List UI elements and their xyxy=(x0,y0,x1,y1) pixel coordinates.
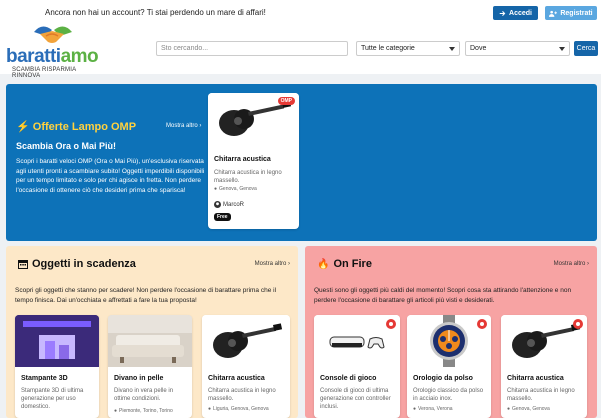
product-location: ● Piemonte, Torino, Torino xyxy=(114,408,173,414)
signup-promo-text: Ancora non hai un account? Ti stai perde… xyxy=(45,8,266,17)
product-title: Chitarra acustica xyxy=(208,375,265,382)
expiring-description: Scopri gli oggetti che stanno per scader… xyxy=(15,287,277,304)
handshake-logo-icon xyxy=(34,26,72,43)
on-fire-title: 🔥 On Fire xyxy=(317,258,372,270)
product-image xyxy=(108,315,192,367)
product-title: Orologio da polso xyxy=(413,375,473,382)
product-description: Divano in vera pelle in ottime condizion… xyxy=(114,388,174,402)
map-pin-icon: ● xyxy=(507,406,511,412)
flash-offers-description: Scopri i baratti veloci OMP (Ora o Mai P… xyxy=(16,158,205,194)
product-location: ● Genova, Genova xyxy=(214,186,257,192)
flash-offers-section: ⚡ Offerte Lampo OMP Mostra altro › Scamb… xyxy=(6,84,597,241)
logo-wordmark: barattiamo xyxy=(6,46,99,67)
product-location: ● Verona, Verona xyxy=(413,406,453,412)
login-icon xyxy=(499,10,506,16)
product-title: Stampante 3D xyxy=(21,375,68,382)
omp-badge: OMP xyxy=(277,97,295,105)
product-card[interactable]: OMP Chitarra acustica Chitarra acustica … xyxy=(208,93,299,229)
fire-icon: 🔥 xyxy=(317,258,330,270)
map-pin-icon: ● xyxy=(208,406,212,412)
product-card[interactable]: Chitarra acustica Chitarra acustica in l… xyxy=(202,315,290,418)
flash-offers-title: ⚡ Offerte Lampo OMP xyxy=(16,121,137,133)
category-select[interactable]: Tutte le categorie xyxy=(356,41,460,56)
chevron-down-icon xyxy=(449,46,455,51)
register-label: Registrati xyxy=(560,9,593,17)
user-icon xyxy=(214,201,221,208)
expiring-more-link[interactable]: Mostra altro › xyxy=(255,261,290,267)
product-card[interactable]: Divano in pelle Divano in vera pelle in … xyxy=(108,315,192,418)
3d-printer-icon xyxy=(15,315,99,367)
product-description: Orologio classico da polso in acciaio in… xyxy=(413,388,484,402)
product-owner[interactable]: MarcoR xyxy=(214,201,244,208)
guitar-icon xyxy=(213,323,283,358)
logo-tagline: SCAMBIA RISPARMIA RINNOVA xyxy=(12,67,76,79)
hot-badge-icon xyxy=(573,319,583,329)
product-description: Console di gioco di ultima generazione c… xyxy=(320,388,391,410)
login-label: Accedi xyxy=(509,9,532,17)
product-title: Console di gioco xyxy=(320,375,377,382)
map-pin-icon: ● xyxy=(413,406,417,412)
top-bar: Ancora non hai un account? Ti stai perde… xyxy=(0,0,601,79)
sofa-icon xyxy=(108,315,192,367)
product-card[interactable]: Chitarra acustica Chitarra acustica in l… xyxy=(501,315,587,418)
hot-badge-icon xyxy=(477,319,487,329)
on-fire-more-link[interactable]: Mostra altro › xyxy=(554,261,589,267)
search-button[interactable]: Cerca xyxy=(574,41,598,56)
lightning-icon: ⚡ xyxy=(16,121,30,133)
on-fire-description: Questi sono gli oggetti più caldi del mo… xyxy=(314,287,572,304)
hot-badge-icon xyxy=(386,319,396,329)
product-location: ● Liguria, Genova, Genova xyxy=(208,406,269,412)
flash-offers-subtitle: Scambia Ora o Mai Più! xyxy=(16,141,117,151)
on-fire-section: 🔥 On Fire Mostra altro › Questi sono gli… xyxy=(305,246,597,418)
product-image xyxy=(202,315,290,367)
map-pin-icon: ● xyxy=(114,408,118,414)
product-title: Divano in pelle xyxy=(114,375,164,382)
expiring-items-section: Oggetti in scadenza Mostra altro › Scopr… xyxy=(6,246,298,418)
product-description: Chitarra acustica in legno massello. xyxy=(507,388,575,402)
product-description: Stampante 3D di ultima generazione per u… xyxy=(21,388,84,410)
search-input[interactable]: Sto cercando... xyxy=(156,41,348,56)
site-logo[interactable]: barattiamo SCAMBIA RISPARMIA RINNOVA xyxy=(6,22,106,79)
expiring-items-title: Oggetti in scadenza xyxy=(18,258,136,270)
product-description: Chitarra acustica in legno massello. xyxy=(214,170,282,184)
product-title: Chitarra acustica xyxy=(507,375,564,382)
product-location: ● Genova, Genova xyxy=(507,406,550,412)
login-button[interactable]: Accedi xyxy=(493,6,538,20)
calendar-icon xyxy=(18,260,28,269)
product-description: Chitarra acustica in legno massello. xyxy=(208,388,276,402)
free-tag: Free xyxy=(214,213,231,221)
product-card[interactable]: Stampante 3D Stampante 3D di ultima gene… xyxy=(15,315,99,418)
location-select[interactable]: Dove xyxy=(465,41,570,56)
product-title: Chitarra acustica xyxy=(214,156,271,163)
map-pin-icon: ● xyxy=(214,186,218,192)
user-plus-icon xyxy=(549,10,558,17)
flash-offers-more-link[interactable]: Mostra altro › xyxy=(166,123,201,129)
register-button[interactable]: Registrati xyxy=(545,6,597,20)
chevron-down-icon xyxy=(559,46,565,51)
product-image xyxy=(15,315,99,367)
product-card[interactable]: Console di gioco Console di gioco di ult… xyxy=(314,315,400,418)
product-card[interactable]: Orologio da polso Orologio classico da p… xyxy=(407,315,491,418)
